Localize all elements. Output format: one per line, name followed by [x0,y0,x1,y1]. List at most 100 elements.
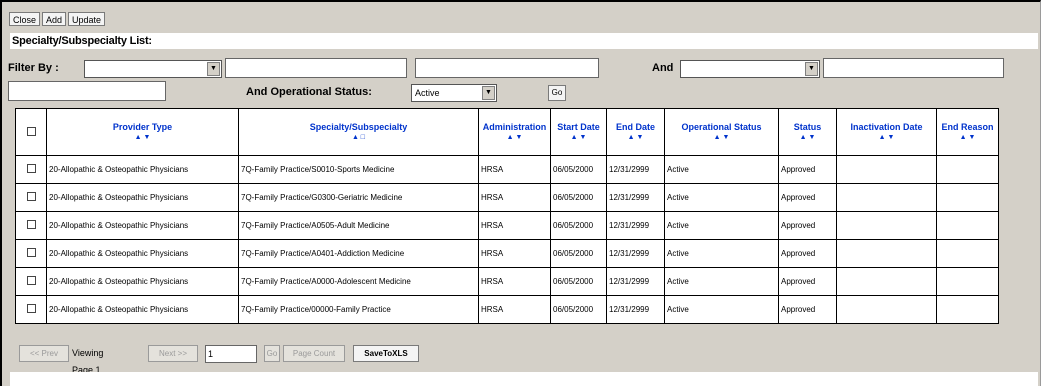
cell-end-reason [936,239,999,268]
close-button[interactable]: Close [9,12,41,26]
row-checkbox[interactable] [26,164,36,173]
row-checkbox[interactable] [26,220,36,229]
sort-arrows-icon[interactable]: ▲ ▼ [49,133,236,143]
cell-specialty: 7Q-Family Practice/A0505-Adult Medicine [238,211,479,240]
row-checkbox[interactable] [26,276,36,285]
sort-arrows-icon[interactable]: ▲ ▼ [839,133,934,143]
header-provider-type[interactable]: Provider Type ▲ ▼ [46,108,239,156]
cell-operational-status: Active [664,211,779,240]
sort-arrows-icon[interactable]: ▲ ▼ [939,133,996,143]
filter-extra-input[interactable] [8,81,166,101]
filter-row: Filter By : ▼ And ▼ [8,58,1038,78]
page-go-button[interactable]: Go [264,345,280,362]
cell-specialty: 7Q-Family Practice/00000-Family Practice [238,295,479,324]
specialty-table: Provider Type ▲ ▼ Specialty/Subspecialty ▲… [15,108,999,324]
cell-inactivation-date [836,211,937,240]
header-status[interactable]: Status ▲ ▼ [778,108,837,156]
table-row: 20-Allopathic & Osteopathic Physicians 7… [15,155,999,184]
filter-value-input[interactable] [415,58,599,78]
cell-end-date: 12/31/2999 [606,211,665,240]
toolbar: Close Add Update [9,12,107,26]
filter-operator-input[interactable] [225,58,407,78]
sort-arrows-icon[interactable]: ▲ ▼ [781,133,834,143]
cell-provider-type: 20-Allopathic & Osteopathic Physicians [46,155,239,184]
operational-status-select[interactable]: Active ▼ [411,84,497,102]
cell-end-reason [936,295,999,324]
header-administration[interactable]: Administration ▲ ▼ [478,108,551,156]
table-row: 20-Allopathic & Osteopathic Physicians 7… [15,183,999,212]
filter-by-label: Filter By : [8,62,59,74]
chevron-down-icon: ▼ [482,86,495,100]
table-row: 20-Allopathic & Osteopathic Physicians 7… [15,211,999,240]
page-count-button[interactable]: Page Count [283,345,345,362]
cell-administration: HRSA [478,183,551,212]
app-window: Close Add Update Specialty/Subspecialty Li… [0,0,1041,386]
sort-arrows-icon[interactable]: ▲ ▼ [553,133,604,143]
save-to-xls-button[interactable]: SaveToXLS [353,345,419,362]
cell-status: Approved [778,295,837,324]
cell-administration: HRSA [478,295,551,324]
select-all-cell [15,108,47,156]
filter-field-select[interactable]: ▼ [84,60,222,78]
cell-administration: HRSA [478,155,551,184]
cell-provider-type: 20-Allopathic & Osteopathic Physicians [46,267,239,296]
cell-specialty: 7Q-Family Practice/S0010-Sports Medicine [238,155,479,184]
cell-inactivation-date [836,295,937,324]
cell-status: Approved [778,267,837,296]
prev-page-button[interactable]: << Prev [19,345,69,362]
cell-specialty: 7Q-Family Practice/G0300-Geriatric Medic… [238,183,479,212]
operational-status-label: And Operational Status: [246,86,372,98]
cell-status: Approved [778,155,837,184]
table-row: 20-Allopathic & Osteopathic Physicians 7… [15,239,999,268]
cell-start-date: 06/05/2000 [550,267,607,296]
cell-operational-status: Active [664,267,779,296]
cell-provider-type: 20-Allopathic & Osteopathic Physicians [46,239,239,268]
sort-arrows-icon[interactable]: ▲ ▼ [667,133,776,143]
page-number-input[interactable]: 1 [205,345,257,363]
table-row: 20-Allopathic & Osteopathic Physicians 7… [15,295,999,324]
cell-specialty: 7Q-Family Practice/A0000-Adolescent Medi… [238,267,479,296]
cell-administration: HRSA [478,267,551,296]
header-specialty[interactable]: Specialty/Subspecialty ▲ □ [238,108,479,156]
go-button[interactable]: Go [548,85,566,101]
table-header-row: Provider Type ▲ ▼ Specialty/Subspecialty ▲… [15,108,999,156]
cell-inactivation-date [836,267,937,296]
chevron-down-icon: ▼ [207,62,220,76]
status-strip [10,372,1038,386]
cell-end-reason [936,155,999,184]
sort-arrows-icon[interactable]: ▲ ▼ [609,133,662,143]
header-inactivation-date[interactable]: Inactivation Date ▲ ▼ [836,108,937,156]
cell-start-date: 06/05/2000 [550,295,607,324]
cell-start-date: 06/05/2000 [550,211,607,240]
cell-operational-status: Active [664,295,779,324]
cell-inactivation-date [836,183,937,212]
header-start-date[interactable]: Start Date ▲ ▼ [550,108,607,156]
update-button[interactable]: Update [68,12,106,26]
sort-arrows-icon[interactable]: ▲ □ [241,133,476,143]
next-page-button[interactable]: Next >> [148,345,198,362]
header-end-reason[interactable]: End Reason ▲ ▼ [936,108,999,156]
list-title: Specialty/Subspecialty List: [10,33,1038,49]
select-all-checkbox[interactable] [26,126,36,136]
cell-end-date: 12/31/2999 [606,295,665,324]
cell-status: Approved [778,211,837,240]
cell-provider-type: 20-Allopathic & Osteopathic Physicians [46,211,239,240]
row-checkbox[interactable] [26,192,36,201]
header-end-date[interactable]: End Date ▲ ▼ [606,108,665,156]
chevron-down-icon: ▼ [805,62,818,76]
cell-provider-type: 20-Allopathic & Osteopathic Physicians [46,183,239,212]
cell-start-date: 06/05/2000 [550,155,607,184]
row-checkbox[interactable] [26,304,36,313]
header-operational-status[interactable]: Operational Status ▲ ▼ [664,108,779,156]
cell-start-date: 06/05/2000 [550,183,607,212]
cell-end-reason [936,211,999,240]
second-filter-value-input[interactable] [823,58,1004,78]
cell-end-reason [936,183,999,212]
add-button[interactable]: Add [42,12,67,26]
second-filter-field-select[interactable]: ▼ [680,60,820,78]
row-checkbox[interactable] [26,248,36,257]
sort-arrows-icon[interactable]: ▲ ▼ [481,133,548,143]
cell-operational-status: Active [664,239,779,268]
cell-end-date: 12/31/2999 [606,239,665,268]
cell-end-date: 12/31/2999 [606,155,665,184]
